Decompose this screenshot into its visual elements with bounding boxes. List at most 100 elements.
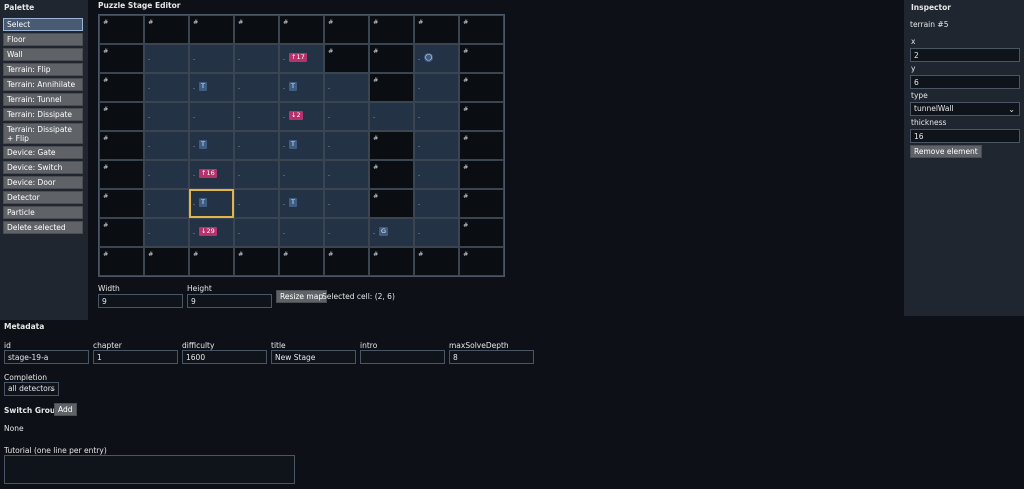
- palette-item-terrain-tunnel[interactable]: Terrain: Tunnel: [3, 93, 83, 106]
- floor-cell[interactable]: .: [324, 131, 369, 160]
- floor-cell[interactable]: .: [279, 160, 324, 189]
- resize-map-button[interactable]: Resize map: [276, 290, 328, 303]
- palette-item-detector[interactable]: Detector: [3, 191, 83, 204]
- inspector-x-input[interactable]: [910, 48, 1020, 62]
- wall-cell[interactable]: #: [324, 44, 369, 73]
- floor-cell[interactable]: .T: [189, 73, 234, 102]
- wall-cell[interactable]: #: [459, 189, 504, 218]
- wall-cell[interactable]: #: [459, 44, 504, 73]
- palette-item-particle[interactable]: Particle: [3, 206, 83, 219]
- wall-cell[interactable]: #: [99, 189, 144, 218]
- wall-cell[interactable]: #: [189, 15, 234, 44]
- floor-cell[interactable]: .T: [189, 189, 234, 218]
- floor-cell[interactable]: .: [144, 189, 189, 218]
- floor-cell[interactable]: .T: [189, 131, 234, 160]
- floor-cell[interactable]: .: [324, 218, 369, 247]
- palette-item-terrain-dissipate[interactable]: Terrain: Dissipate: [3, 108, 83, 121]
- metadata-chapter-input[interactable]: [93, 350, 178, 364]
- floor-cell[interactable]: .: [144, 160, 189, 189]
- floor-cell[interactable]: .: [324, 160, 369, 189]
- wall-cell[interactable]: #: [99, 15, 144, 44]
- wall-cell[interactable]: #: [279, 247, 324, 276]
- floor-cell[interactable]: .: [144, 73, 189, 102]
- wall-cell[interactable]: #: [324, 247, 369, 276]
- tutorial-textarea[interactable]: [4, 455, 295, 484]
- wall-cell[interactable]: #: [99, 160, 144, 189]
- width-input[interactable]: [98, 294, 183, 308]
- floor-cell[interactable]: .: [189, 44, 234, 73]
- floor-cell[interactable]: .T: [279, 189, 324, 218]
- wall-cell[interactable]: #: [459, 131, 504, 160]
- floor-cell[interactable]: .: [414, 131, 459, 160]
- floor-cell[interactable]: .: [144, 218, 189, 247]
- wall-cell[interactable]: #: [369, 160, 414, 189]
- add-switch-group-button[interactable]: Add: [54, 403, 77, 416]
- wall-cell[interactable]: #: [99, 102, 144, 131]
- floor-cell[interactable]: .: [414, 160, 459, 189]
- wall-cell[interactable]: #: [99, 131, 144, 160]
- inspector-thickness-input[interactable]: [910, 129, 1020, 143]
- palette-item-terrain-annihilate[interactable]: Terrain: Annihilate: [3, 78, 83, 91]
- floor-cell[interactable]: .: [189, 102, 234, 131]
- remove-element-button[interactable]: Remove element: [910, 145, 982, 158]
- inspector-y-input[interactable]: [910, 75, 1020, 89]
- floor-cell[interactable]: .: [234, 189, 279, 218]
- wall-cell[interactable]: #: [324, 15, 369, 44]
- wall-cell[interactable]: #: [144, 247, 189, 276]
- palette-item-wall[interactable]: Wall: [3, 48, 83, 61]
- metadata-title-input[interactable]: [271, 350, 356, 364]
- wall-cell[interactable]: #: [459, 247, 504, 276]
- palette-item-device-door[interactable]: Device: Door: [3, 176, 83, 189]
- wall-cell[interactable]: #: [459, 15, 504, 44]
- palette-item-device-switch[interactable]: Device: Switch: [3, 161, 83, 174]
- floor-cell[interactable]: . ↑17: [279, 44, 324, 73]
- metadata-id-input[interactable]: [4, 350, 89, 364]
- floor-cell[interactable]: .: [234, 44, 279, 73]
- palette-item-select[interactable]: Select: [3, 18, 83, 31]
- floor-cell[interactable]: . ◯: [414, 44, 459, 73]
- floor-cell[interactable]: . ↓29: [189, 218, 234, 247]
- wall-cell[interactable]: #: [369, 247, 414, 276]
- metadata-intro-input[interactable]: [360, 350, 445, 364]
- wall-cell[interactable]: #: [459, 218, 504, 247]
- wall-cell[interactable]: #: [369, 189, 414, 218]
- floor-cell[interactable]: .: [414, 73, 459, 102]
- palette-item-terrain-dissipate-flip[interactable]: Terrain: Dissipate + Flip: [3, 123, 83, 144]
- floor-cell[interactable]: .: [234, 218, 279, 247]
- inspector-type-select[interactable]: tunnelWall ⌄: [910, 102, 1020, 116]
- wall-cell[interactable]: #: [144, 15, 189, 44]
- floor-cell[interactable]: .: [234, 160, 279, 189]
- floor-cell[interactable]: . ↑16: [189, 160, 234, 189]
- floor-cell[interactable]: .: [324, 189, 369, 218]
- palette-item-device-gate[interactable]: Device: Gate: [3, 146, 83, 159]
- wall-cell[interactable]: #: [99, 218, 144, 247]
- height-input[interactable]: [187, 294, 272, 308]
- wall-cell[interactable]: #: [234, 15, 279, 44]
- wall-cell[interactable]: #: [414, 247, 459, 276]
- floor-cell[interactable]: .: [234, 131, 279, 160]
- floor-cell[interactable]: .: [234, 102, 279, 131]
- floor-cell[interactable]: .: [144, 131, 189, 160]
- floor-cell[interactable]: .: [369, 102, 414, 131]
- floor-cell[interactable]: .: [414, 218, 459, 247]
- floor-cell[interactable]: .: [324, 102, 369, 131]
- floor-cell[interactable]: . ↓2: [279, 102, 324, 131]
- wall-cell[interactable]: #: [459, 73, 504, 102]
- floor-cell[interactable]: .: [279, 218, 324, 247]
- palette-item-delete-selected[interactable]: Delete selected: [3, 221, 83, 234]
- wall-cell[interactable]: #: [99, 247, 144, 276]
- completion-select[interactable]: all detectors ⌄: [4, 382, 59, 396]
- wall-cell[interactable]: #: [279, 15, 324, 44]
- floor-cell[interactable]: .: [324, 73, 369, 102]
- wall-cell[interactable]: #: [459, 102, 504, 131]
- floor-cell[interactable]: .G: [369, 218, 414, 247]
- floor-cell[interactable]: .: [414, 102, 459, 131]
- floor-cell[interactable]: .T: [279, 73, 324, 102]
- wall-cell[interactable]: #: [369, 44, 414, 73]
- wall-cell[interactable]: #: [234, 247, 279, 276]
- wall-cell[interactable]: #: [99, 44, 144, 73]
- wall-cell[interactable]: #: [369, 73, 414, 102]
- wall-cell[interactable]: #: [99, 73, 144, 102]
- wall-cell[interactable]: #: [369, 131, 414, 160]
- metadata-maxsolvedepth-input[interactable]: [449, 350, 534, 364]
